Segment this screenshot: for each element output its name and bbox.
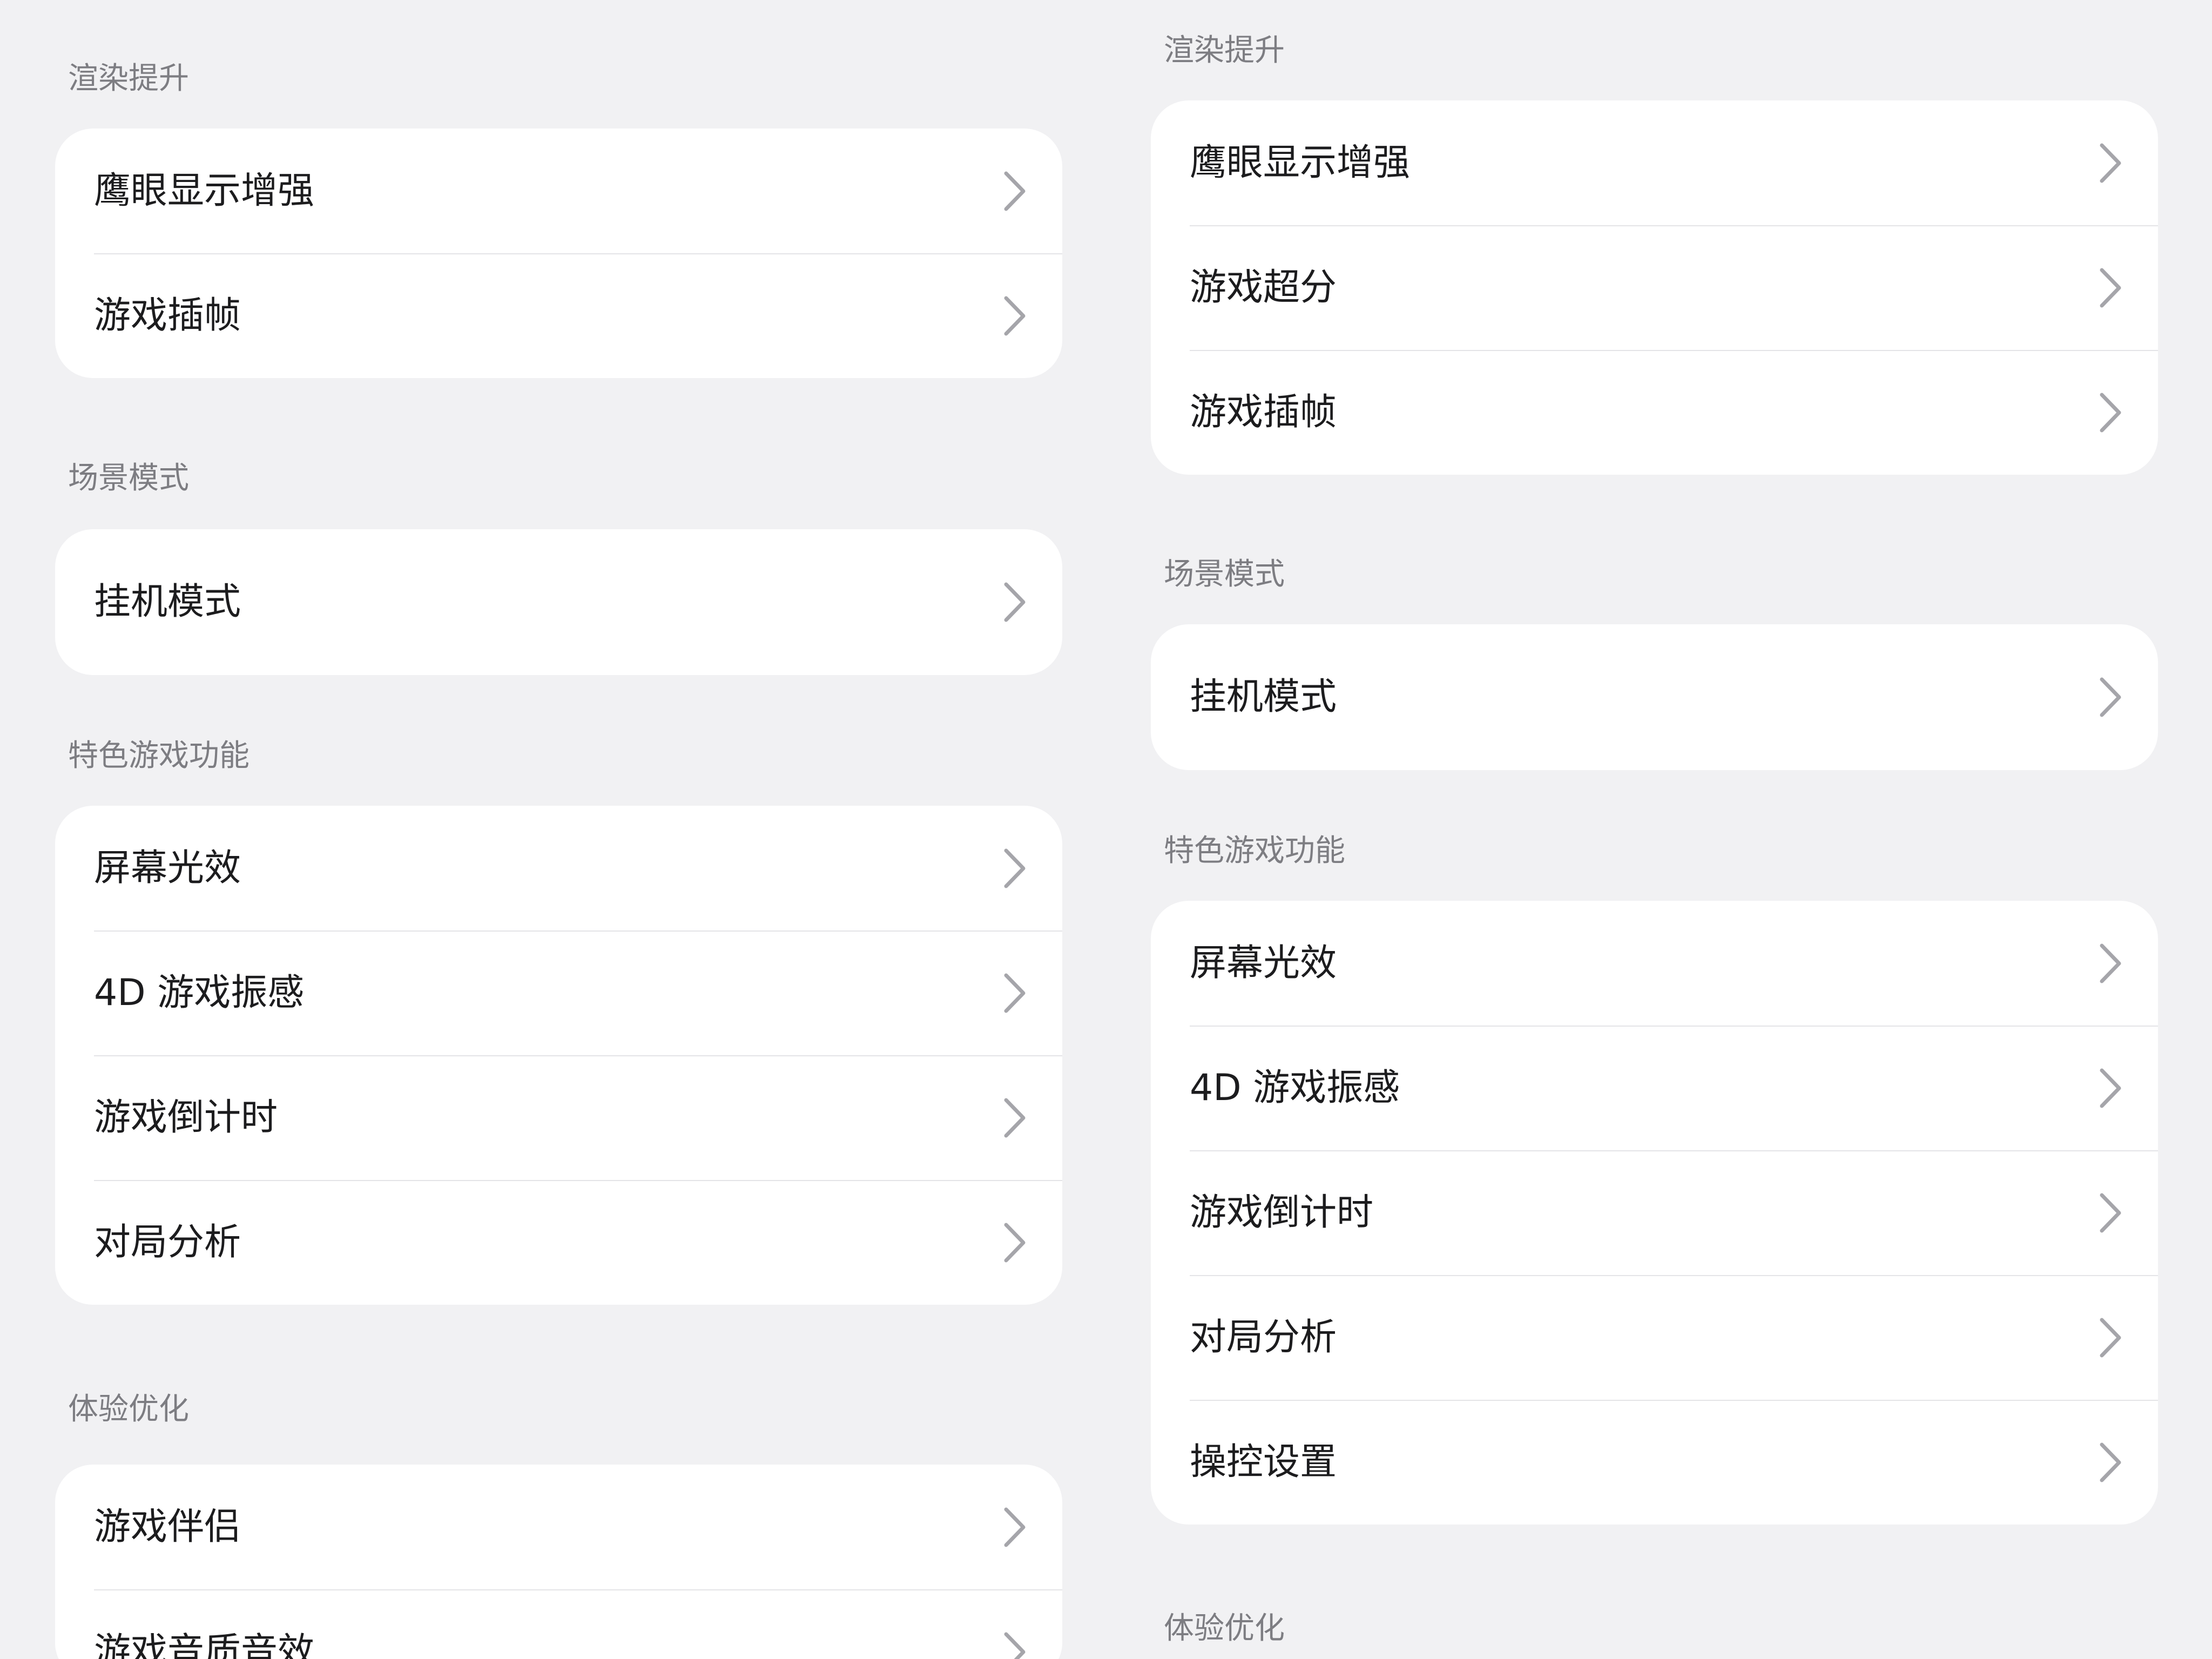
chevron-right-icon <box>2098 1441 2123 1483</box>
chevron-right-icon <box>2098 1317 2123 1359</box>
settings-row-game-companion[interactable]: 游戏伴侣 <box>55 1465 1062 1589</box>
chevron-right-icon <box>2098 1067 2123 1109</box>
row-label: 游戏超分 <box>1190 266 1337 309</box>
chevron-right-icon <box>1002 1222 1028 1264</box>
row-label: 对局分析 <box>94 1220 241 1264</box>
settings-row-match-analysis[interactable]: 对局分析 <box>55 1180 1062 1305</box>
settings-row-super-resolution[interactable]: 游戏超分 <box>1151 225 2158 350</box>
chevron-right-icon <box>2098 392 2123 434</box>
settings-row-frame-interpolation[interactable]: 游戏插帧 <box>55 253 1062 378</box>
row-label: 4D 游戏振感 <box>1190 1066 1400 1109</box>
card-rendering: 鹰眼显示增强 游戏超分 游戏插帧 <box>1151 100 2158 475</box>
settings-row-4d-vibration[interactable]: 4D 游戏振感 <box>55 930 1062 1055</box>
row-label: 游戏插帧 <box>94 294 241 337</box>
chevron-right-icon <box>2098 676 2123 718</box>
chevron-right-icon <box>2098 1192 2123 1234</box>
card-rendering: 鹰眼显示增强 游戏插帧 <box>55 129 1062 378</box>
chevron-right-icon <box>1002 581 1028 623</box>
settings-row-4d-vibration[interactable]: 4D 游戏振感 <box>1151 1026 2158 1150</box>
row-label: 游戏音质音效 <box>94 1630 315 1659</box>
settings-row-control-settings[interactable]: 操控设置 <box>1151 1400 2158 1525</box>
chevron-right-icon <box>1002 972 1028 1014</box>
row-label: 游戏插帧 <box>1190 390 1337 434</box>
section-title-scene-mode: 场景模式 <box>1164 557 1285 592</box>
row-label: 鹰眼显示增强 <box>94 169 315 212</box>
settings-row-game-countdown[interactable]: 游戏倒计时 <box>1151 1150 2158 1275</box>
row-label: 挂机模式 <box>1190 676 1337 718</box>
settings-row-game-countdown[interactable]: 游戏倒计时 <box>55 1055 1062 1180</box>
settings-row-eagle-eye-display[interactable]: 鹰眼显示增强 <box>1151 100 2158 225</box>
chevron-right-icon <box>2098 942 2123 984</box>
section-title-scene-mode: 场景模式 <box>68 461 189 496</box>
card-scene-mode: 挂机模式 <box>1151 624 2158 770</box>
section-title-featured-game-functions: 特色游戏功能 <box>1164 833 1345 868</box>
card-scene-mode: 挂机模式 <box>55 529 1062 675</box>
chevron-right-icon <box>1002 170 1028 212</box>
settings-row-frame-interpolation[interactable]: 游戏插帧 <box>1151 350 2158 475</box>
settings-row-screen-light-effects[interactable]: 屏幕光效 <box>1151 901 2158 1026</box>
settings-row-screen-light-effects[interactable]: 屏幕光效 <box>55 806 1062 930</box>
chevron-right-icon <box>2098 267 2123 309</box>
chevron-right-icon <box>1002 847 1028 889</box>
card-featured-game-functions: 屏幕光效 4D 游戏振感 游戏倒计时 对局分析 操控设置 <box>1151 901 2158 1525</box>
section-title-rendering: 渲染提升 <box>1164 33 1285 68</box>
section-title-experience-optimization: 体验优化 <box>68 1392 189 1427</box>
row-label: 屏幕光效 <box>94 846 241 889</box>
chevron-right-icon <box>1002 1097 1028 1139</box>
row-label: 游戏倒计时 <box>1190 1191 1374 1234</box>
card-featured-game-functions: 屏幕光效 4D 游戏振感 游戏倒计时 对局分析 <box>55 806 1062 1305</box>
settings-row-afk-mode[interactable]: 挂机模式 <box>55 529 1062 675</box>
row-label: 对局分析 <box>1190 1316 1337 1359</box>
row-label: 游戏伴侣 <box>94 1505 241 1548</box>
row-label: 鹰眼显示增强 <box>1190 141 1411 184</box>
row-label: 游戏倒计时 <box>94 1096 278 1139</box>
settings-row-match-analysis[interactable]: 对局分析 <box>1151 1275 2158 1400</box>
section-title-featured-game-functions: 特色游戏功能 <box>68 738 249 773</box>
row-label: 操控设置 <box>1190 1440 1337 1483</box>
chevron-right-icon <box>1002 1506 1028 1548</box>
row-label: 屏幕光效 <box>1190 941 1337 984</box>
row-label: 挂机模式 <box>94 581 241 623</box>
section-title-experience-optimization: 体验优化 <box>1164 1611 1285 1646</box>
settings-row-eagle-eye-display[interactable]: 鹰眼显示增强 <box>55 129 1062 253</box>
chevron-right-icon <box>2098 142 2123 184</box>
chevron-right-icon <box>1002 295 1028 337</box>
section-title-rendering: 渲染提升 <box>68 61 189 96</box>
row-label: 4D 游戏振感 <box>94 971 305 1014</box>
chevron-right-icon <box>1002 1631 1028 1659</box>
settings-row-game-audio-effects[interactable]: 游戏音质音效 <box>55 1589 1062 1659</box>
settings-row-afk-mode[interactable]: 挂机模式 <box>1151 624 2158 770</box>
card-experience-optimization: 游戏伴侣 游戏音质音效 <box>55 1465 1062 1659</box>
